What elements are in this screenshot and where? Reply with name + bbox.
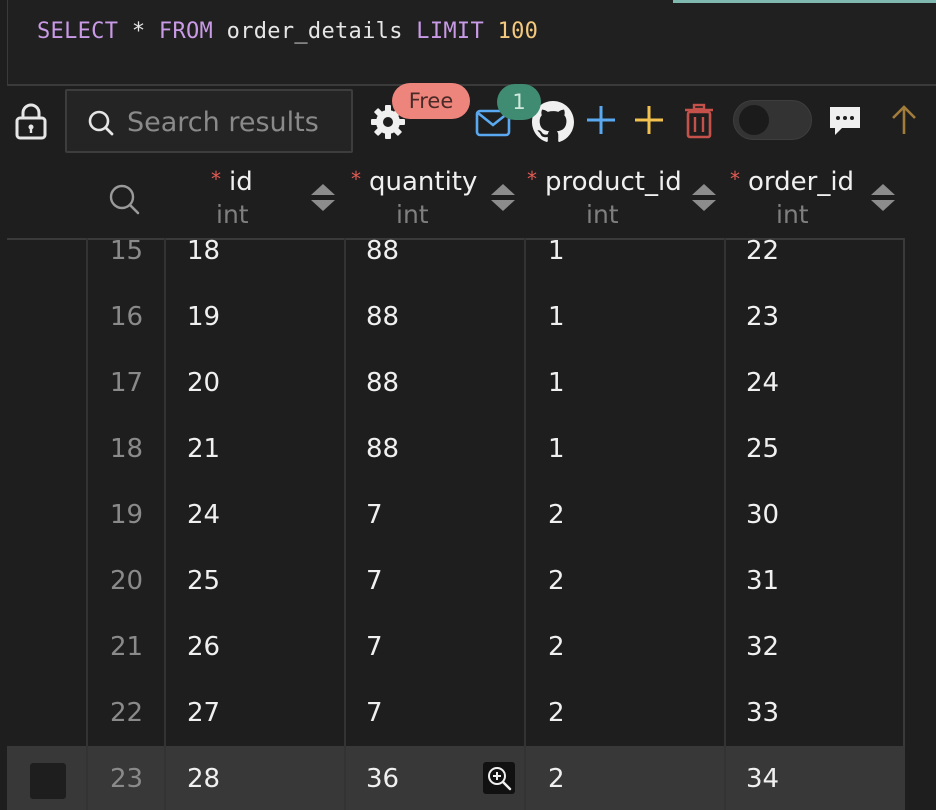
lock-icon[interactable] (14, 103, 48, 140)
plus-yellow-icon[interactable] (633, 104, 665, 136)
view-toggle[interactable] (733, 100, 812, 140)
sql-keyword-limit: LIMIT (416, 19, 485, 44)
table-row[interactable]: 21 26 7 2 32 (7, 614, 905, 680)
column-divider (724, 238, 726, 810)
required-marker: * (351, 167, 361, 191)
required-marker: * (527, 167, 537, 191)
sql-query[interactable]: SELECT * FROM order_details LIMIT 100 (37, 19, 538, 44)
sort-icon[interactable] (871, 184, 897, 214)
column-divider (86, 238, 88, 810)
row-number: 23 (110, 764, 144, 794)
column-label: quantity (369, 167, 478, 197)
table-row[interactable]: 20 25 7 2 31 (7, 548, 905, 614)
column-divider (524, 238, 526, 810)
column-name: * quantity (351, 167, 491, 197)
cell-id[interactable]: 28 (187, 766, 220, 810)
sort-icon[interactable] (491, 184, 517, 214)
comment-icon[interactable] (829, 105, 861, 137)
sql-keyword-select: SELECT (37, 19, 119, 44)
arrow-up-icon[interactable] (889, 104, 919, 136)
column-label: id (229, 167, 253, 197)
cell-quantity[interactable]: 36 (366, 766, 399, 810)
column-divider (344, 238, 346, 810)
required-marker: * (730, 167, 740, 191)
sql-editor[interactable]: SELECT * FROM order_details LIMIT 100 (7, 0, 936, 86)
sql-keyword-from: FROM (158, 19, 214, 44)
table-row[interactable]: 19 24 7 2 30 (7, 482, 905, 548)
mail-count-badge: 1 (497, 84, 541, 120)
column-label: product_id (545, 167, 682, 197)
toggle-knob (739, 105, 769, 135)
free-badge: Free (392, 83, 470, 119)
sql-limit-value: 100 (497, 19, 539, 44)
column-name: * product_id (527, 167, 682, 197)
table-row[interactable]: 16 19 88 1 23 (7, 284, 905, 350)
row-select-checkbox[interactable] (30, 763, 66, 799)
table-row[interactable]: 17 20 88 1 24 (7, 350, 905, 416)
table-row[interactable]: 15 18 88 1 22 (7, 218, 905, 284)
plus-blue-icon[interactable] (585, 104, 617, 136)
table-row-selected[interactable]: 23 28 36 2 34 (7, 746, 905, 810)
table-row[interactable]: 22 27 7 2 33 (7, 680, 905, 746)
table-row[interactable]: 18 21 88 1 25 (7, 416, 905, 482)
column-divider (164, 238, 166, 810)
search-results-box[interactable] (65, 89, 353, 153)
sql-table-name: order_details (226, 19, 403, 44)
column-label: order_id (748, 167, 855, 197)
cell-product-id[interactable]: 2 (548, 766, 565, 810)
column-name: * order_id (730, 167, 860, 197)
trash-icon[interactable] (684, 103, 714, 139)
sort-icon[interactable] (311, 184, 337, 214)
sql-star: * (131, 19, 146, 44)
grid-body: 15 18 88 1 22 16 19 88 1 23 17 20 88 1 2… (7, 238, 905, 810)
cell-order-id[interactable]: 34 (746, 766, 779, 810)
results-grid: * id int * quantity int * product_id int * o… (7, 160, 905, 810)
column-search-icon[interactable] (108, 183, 140, 215)
required-marker: * (211, 167, 221, 191)
search-input[interactable] (127, 103, 342, 141)
sort-icon[interactable] (692, 184, 718, 214)
editor-focus-line (673, 0, 936, 3)
search-icon (87, 109, 115, 141)
zoom-in-icon[interactable] (483, 762, 515, 794)
